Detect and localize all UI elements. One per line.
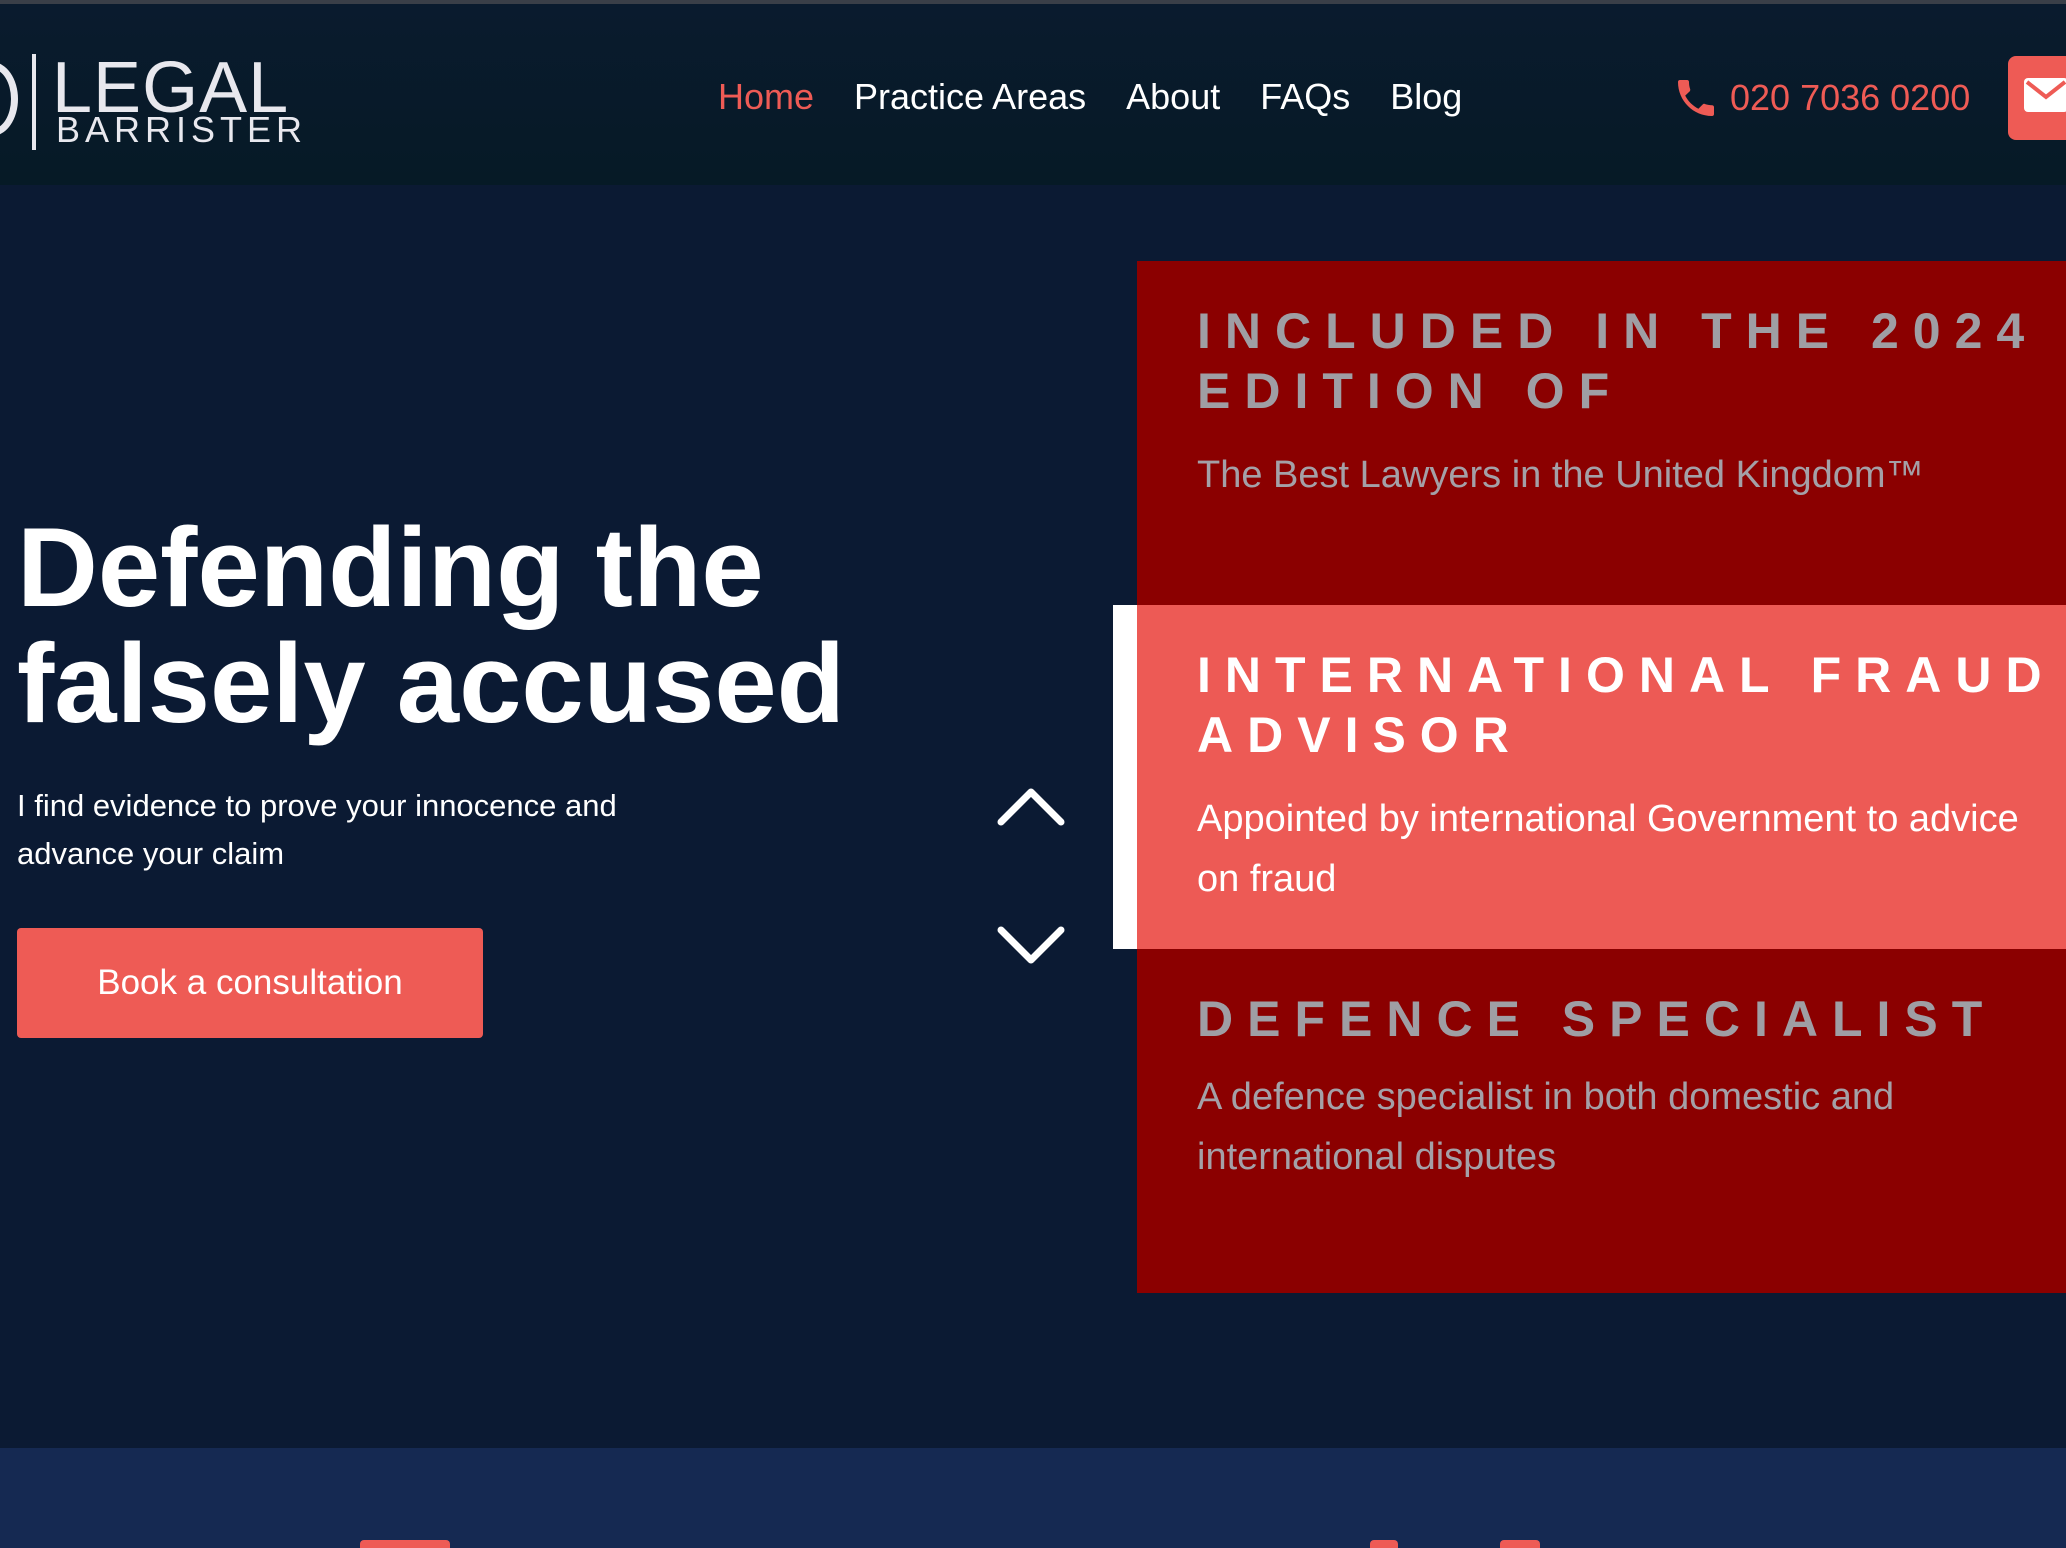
card-title: International Fraud Advisor xyxy=(1197,647,2056,763)
chevron-down-icon[interactable] xyxy=(997,926,1065,968)
logo[interactable]: LEGAL BARRISTER xyxy=(0,50,302,150)
nav-practice-areas[interactable]: Practice Areas xyxy=(854,72,1086,122)
hero-title-line-2: falsely accused xyxy=(17,621,846,746)
card-text: A defence specialist in both domestic an… xyxy=(1197,1076,1895,1178)
next-section-heading-fragment xyxy=(1370,1540,1398,1548)
card-text: Appointed by international Government to… xyxy=(1197,798,2019,900)
mail-icon xyxy=(2024,78,2066,112)
logo-divider xyxy=(32,54,36,150)
phone-link[interactable]: 020 7036 0200 xyxy=(1672,70,1970,126)
active-card-indicator xyxy=(1113,605,1137,949)
site-header: LEGAL BARRISTER Home Practice Areas Abou… xyxy=(0,0,2066,185)
next-section-heading-fragment xyxy=(1500,1540,1540,1548)
card-title: Defence Specialist xyxy=(1197,991,1997,1047)
chevron-up-icon[interactable] xyxy=(997,784,1065,826)
carousel-card-best-lawyers[interactable]: Included in the 2024 edition of The Best… xyxy=(1137,261,2066,605)
nav-home[interactable]: Home xyxy=(718,72,814,122)
logo-word-barrister: BARRISTER xyxy=(56,109,308,150)
nav-about[interactable]: About xyxy=(1126,72,1220,122)
carousel-card-fraud-advisor[interactable]: International Fraud Advisor Appointed by… xyxy=(1137,605,2066,949)
carousel-card-defence-specialist[interactable]: Defence Specialist A defence specialist … xyxy=(1137,949,2066,1293)
nav-faqs[interactable]: FAQs xyxy=(1260,72,1350,122)
hero-subtitle-line-1: I find evidence to prove your innocence … xyxy=(17,788,617,823)
hero-subtitle-line-2: advance your claim xyxy=(17,836,285,871)
next-section-heading-fragment xyxy=(360,1540,450,1548)
book-consultation-button[interactable]: Book a consultation xyxy=(17,928,483,1038)
hero-subtitle: I find evidence to prove your innocence … xyxy=(17,782,697,878)
phone-number: 020 7036 0200 xyxy=(1730,77,1971,118)
page: LEGAL BARRISTER Home Practice Areas Abou… xyxy=(0,0,2066,1548)
logo-mark-icon xyxy=(0,62,18,136)
mail-button[interactable] xyxy=(2008,56,2066,140)
main-nav: Home Practice Areas About FAQs Blog xyxy=(718,72,1462,122)
hero-title-line-1: Defending the xyxy=(17,505,764,630)
next-section xyxy=(0,1448,2066,1548)
credentials-carousel: Included in the 2024 edition of The Best… xyxy=(1137,261,2066,1293)
nav-blog[interactable]: Blog xyxy=(1390,72,1462,122)
hero-title: Defending the falsely accused xyxy=(17,510,917,742)
card-title: Included in the 2024 edition of xyxy=(1197,303,2039,419)
card-text: The Best Lawyers in the United Kingdom™ xyxy=(1197,454,1924,496)
phone-icon xyxy=(1678,80,1714,116)
